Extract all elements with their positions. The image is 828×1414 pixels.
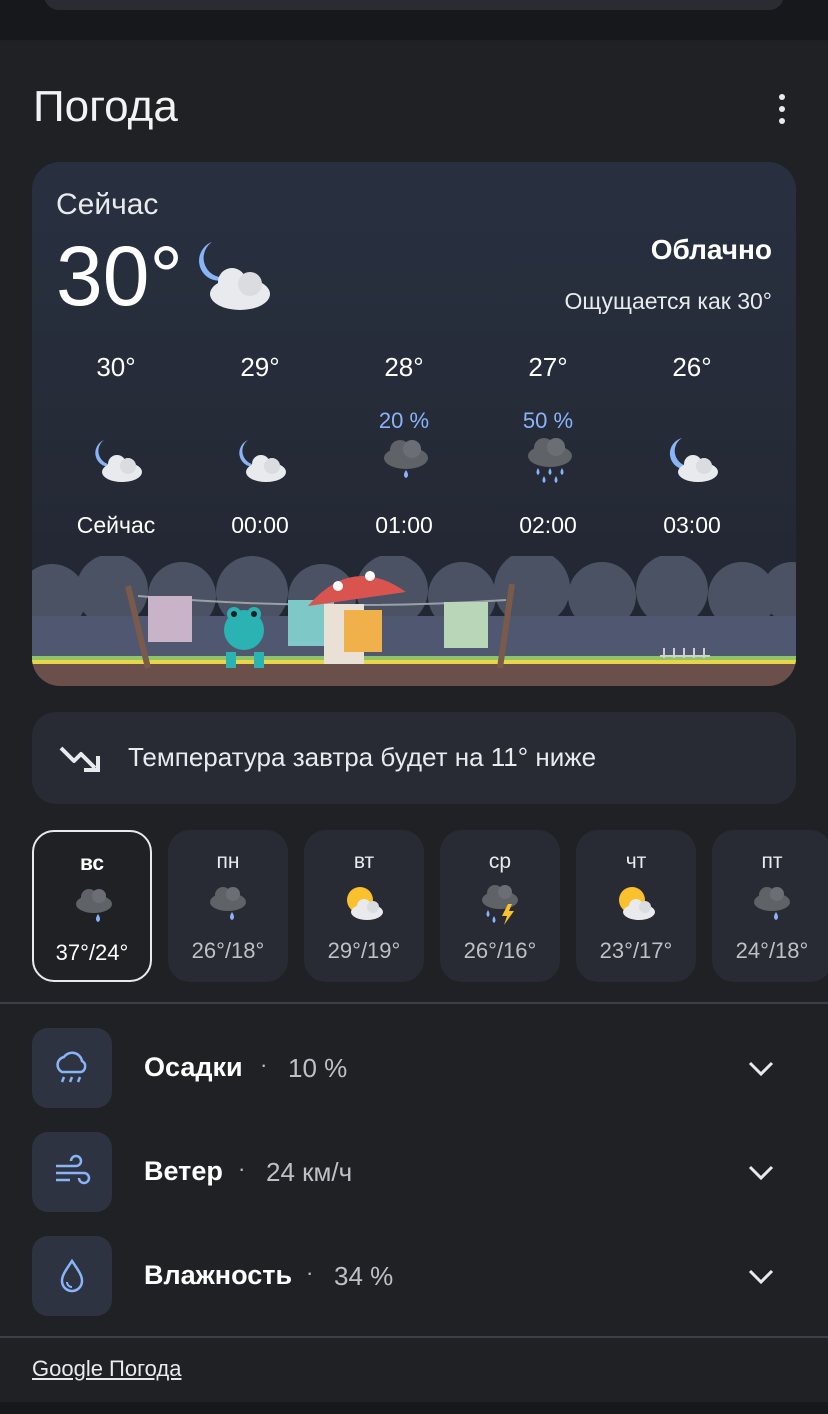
- night-partly-cloudy-icon: [239, 440, 286, 482]
- wind-value: 24 км/ч: [266, 1157, 353, 1187]
- day-card-sun[interactable]: вс 37°/24°: [32, 830, 152, 982]
- hourly-item: 27° 50 % 02:00: [476, 352, 620, 552]
- rain-cloud-icon: [754, 887, 790, 920]
- day-temps: 24°/18°: [735, 938, 809, 963]
- tomorrow-note-text: Температура завтра будет на 11° ниже: [128, 742, 597, 772]
- hour-temp: 27°: [528, 352, 568, 382]
- precipitation-value: 10 %: [288, 1053, 348, 1083]
- humidity-row[interactable]: Влажность · 34 %: [32, 1236, 796, 1316]
- wind-label: Ветер: [144, 1156, 223, 1186]
- heavy-rain-cloud-icon: [528, 438, 572, 483]
- sun-cloud-icon: [619, 887, 655, 920]
- bottom-strip: [0, 1402, 828, 1414]
- weather-illustration: [32, 556, 796, 686]
- day-temps: 37°/24°: [55, 940, 129, 965]
- hour-temp: 28°: [384, 352, 424, 382]
- day-temps: 29°/19°: [327, 938, 401, 963]
- chevron-down-icon[interactable]: [746, 1158, 776, 1186]
- hour-label: 00:00: [231, 512, 289, 538]
- day-name: пт: [761, 850, 783, 873]
- hour-label: 01:00: [375, 512, 433, 538]
- day-name: ср: [488, 850, 512, 873]
- wind-icon-box: [32, 1132, 112, 1212]
- day-name: вт: [353, 850, 375, 873]
- hourly-item: 26° 03:00: [620, 352, 764, 552]
- thunderstorm-icon: [482, 885, 518, 925]
- tomorrow-temperature-note: Температура завтра будет на 11° ниже: [32, 712, 796, 804]
- humidity-label: Влажность: [144, 1260, 293, 1290]
- day-card-fri[interactable]: пт 24°/18°: [712, 830, 828, 982]
- hour-temp: 29°: [240, 352, 280, 382]
- wind-icon: [56, 1154, 91, 1185]
- day-card-wed[interactable]: ср 26°/16°: [440, 830, 560, 982]
- hour-label: 02:00: [519, 512, 577, 538]
- day-temps: 26°/16°: [463, 938, 537, 963]
- feels-like: Ощущается как 30°: [564, 288, 772, 314]
- chevron-down-icon[interactable]: [746, 1054, 776, 1082]
- divider: [0, 1336, 828, 1338]
- daily-forecast: вс 37°/24° пн 26°/18° вт 29°/19° ср 26°/…: [32, 830, 828, 982]
- hourly-item: 28° 20 % 01:00: [332, 352, 476, 552]
- day-temps: 26°/18°: [191, 938, 265, 963]
- day-card-thu[interactable]: чт 23°/17°: [576, 830, 696, 982]
- day-name: чт: [625, 850, 647, 873]
- divider: [0, 1002, 828, 1004]
- hour-temp: 30°: [96, 352, 136, 382]
- day-card-mon[interactable]: пн 26°/18°: [168, 830, 288, 982]
- precipitation-icon: [56, 1051, 87, 1083]
- wind-row[interactable]: Ветер · 24 км/ч: [32, 1132, 796, 1212]
- hourly-item: 30° Сейчас: [44, 352, 188, 552]
- hourly-item: 29° 00:00: [188, 352, 332, 552]
- current-condition: Облачно: [650, 234, 772, 265]
- hour-precip: 50 %: [522, 408, 574, 433]
- page-title: Погода: [33, 82, 178, 131]
- trending-down-icon: [59, 746, 100, 772]
- precipitation-icon-box: [32, 1028, 112, 1108]
- night-partly-cloudy-icon: [199, 242, 270, 310]
- separator-dot: ·: [238, 1156, 246, 1181]
- current-weather-panel[interactable]: Сейчас 30° Облачно Ощущается как 30° 30°…: [32, 162, 796, 686]
- rain-cloud-icon: [210, 887, 246, 920]
- google-weather-link[interactable]: Google Погода: [32, 1356, 181, 1382]
- hour-label: 03:00: [663, 512, 721, 538]
- previous-card-strip: [0, 0, 828, 40]
- chevron-down-icon[interactable]: [746, 1262, 776, 1290]
- night-partly-cloudy-icon: [95, 440, 142, 482]
- humidity-icon-box: [32, 1236, 112, 1316]
- current-label: Сейчас: [56, 188, 159, 221]
- hourly-forecast: 30° Сейчас 29° 00:00 28° 20 % 01:00 27° …: [44, 352, 764, 552]
- precipitation-label: Осадки: [144, 1052, 243, 1082]
- humidity-value: 34 %: [334, 1261, 394, 1291]
- separator-dot: ·: [306, 1260, 314, 1285]
- sun-cloud-icon: [347, 887, 383, 920]
- day-card-tue[interactable]: вт 29°/19°: [304, 830, 424, 982]
- hour-label: Сейчас: [76, 512, 156, 538]
- hour-temp: 26°: [672, 352, 712, 382]
- rain-cloud-icon: [76, 889, 112, 922]
- rain-cloud-icon: [384, 440, 428, 478]
- current-temperature: 30°: [56, 229, 184, 323]
- humidity-icon: [60, 1258, 84, 1293]
- day-temps: 23°/17°: [599, 938, 673, 963]
- night-partly-cloudy-icon: [669, 438, 718, 482]
- precipitation-row[interactable]: Осадки · 10 %: [32, 1028, 796, 1108]
- day-name: вс: [79, 852, 105, 875]
- previous-card-bottom: [44, 0, 784, 10]
- separator-dot: ·: [260, 1052, 268, 1077]
- more-vert-icon[interactable]: [770, 94, 794, 128]
- hour-precip: 20 %: [378, 408, 430, 433]
- day-name: пн: [216, 850, 240, 873]
